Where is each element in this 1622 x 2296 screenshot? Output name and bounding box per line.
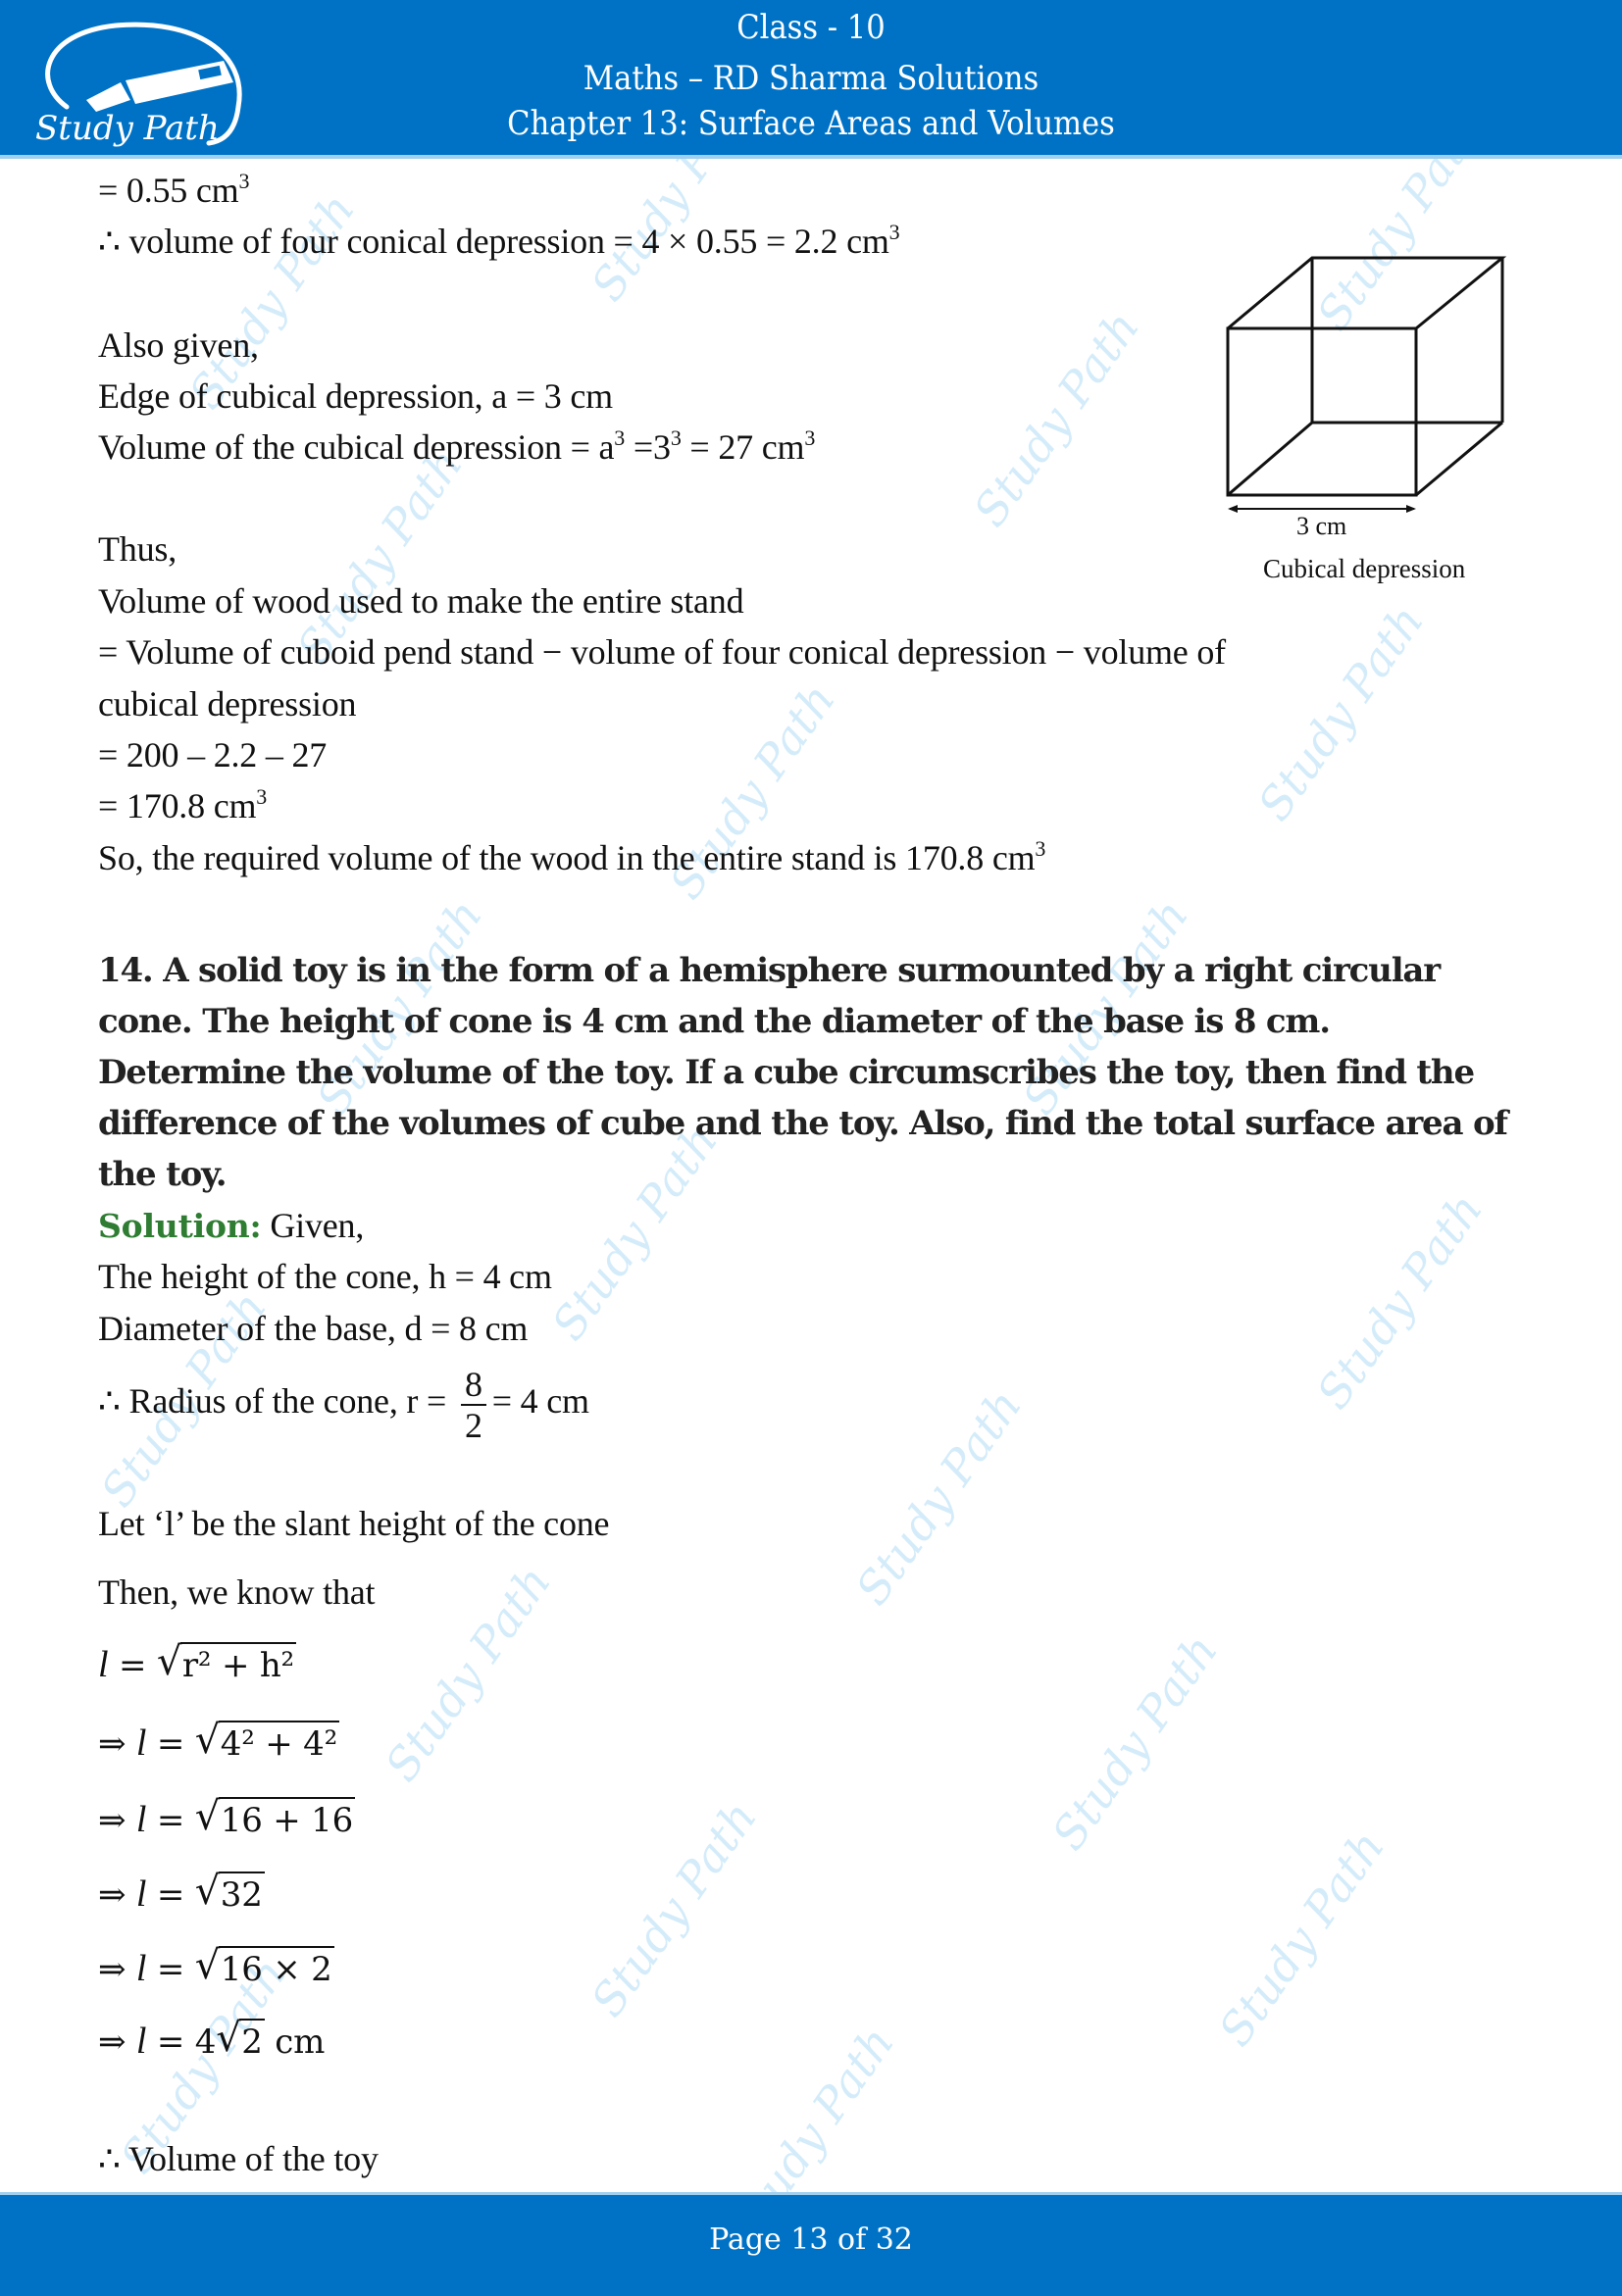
watermark: Study Path	[581, 1791, 768, 2026]
watermark: Study Path	[1306, 1183, 1494, 1419]
text-line: cubical depression	[98, 684, 357, 724]
text-line: = 170.8 cm3	[98, 784, 268, 826]
text-line: = 200 – 2.2 – 27	[98, 735, 328, 774]
watermark: Study Path	[375, 1556, 562, 1791]
watermark: Study Path	[963, 301, 1150, 536]
class-title: Class - 10	[736, 8, 886, 47]
formula-line: ⇒ l = 32	[98, 1870, 265, 1917]
watermark: Study Path	[845, 1379, 1033, 1615]
chapter-title: Chapter 13: Surface Areas and Volumes	[507, 104, 1115, 143]
cubical-depression-figure	[1226, 256, 1507, 513]
text-line: = 0.55 cm3	[98, 169, 250, 211]
text-line: Let ‘l’ be the slant height of the cone	[98, 1504, 610, 1543]
square-root: 32	[195, 1870, 265, 1917]
question-14: 14. A solid toy is in the form of a hemi…	[98, 951, 1508, 1194]
square-root: 16 + 16	[195, 1795, 356, 1842]
formula-line: l = r² + h²	[98, 1640, 296, 1687]
solution-heading: Solution: Given,	[98, 1206, 365, 1245]
text-line: ∴ volume of four conical depression = 4 …	[98, 220, 900, 262]
square-root: 4² + 4²	[195, 1719, 340, 1766]
figure-caption: Cubical depression	[1263, 554, 1466, 583]
text-line: Also given,	[98, 325, 259, 365]
text-line: Volume of wood used to make the entire s…	[98, 581, 744, 621]
page-header: Study Path Class - 10 Maths – RD Sharma …	[0, 0, 1622, 159]
page-number: Page 13 of 32	[709, 2222, 913, 2257]
page-footer: Page 13 of 32	[0, 2192, 1622, 2296]
fraction: 82	[460, 1365, 486, 1445]
radius-line: ∴ Radius of the cone, r = 8 2 = 4 cm	[98, 1364, 589, 1445]
cube-drawing	[1226, 256, 1507, 497]
watermark: Study Path	[1247, 595, 1435, 830]
given-line: Diameter of the base, d = 8 cm	[98, 1309, 529, 1348]
text-line: Edge of cubical depression, a = 3 cm	[98, 376, 613, 416]
given-line: The height of the cone, h = 4 cm	[98, 1257, 552, 1296]
text-line: Volume of the cubical depression = a3 =3…	[98, 425, 816, 468]
text-line: Thus,	[98, 529, 177, 569]
subject-title: Maths – RD Sharma Solutions	[583, 59, 1039, 98]
text-line: Then, we know that	[98, 1572, 376, 1612]
formula-line: ⇒ l = 42 cm	[98, 2017, 325, 2064]
square-root: r² + h²	[157, 1640, 296, 1687]
square-root: 16 × 2	[195, 1944, 334, 1991]
watermark: Study Path	[1208, 1821, 1395, 2056]
formula-line: ⇒ l = 4² + 4²	[98, 1719, 340, 1766]
answer-line: So, the required volume of the wood in t…	[98, 836, 1046, 878]
figure-dimension-label: 3 cm	[1296, 512, 1347, 540]
watermark: Study Path	[1041, 1624, 1229, 1860]
text-line: ∴ Volume of the toy	[98, 2139, 379, 2178]
solution-label: Solution:	[98, 1207, 262, 1245]
text-line: = Volume of cuboid pend stand − volume o…	[98, 632, 1226, 672]
square-root: 2	[216, 2017, 265, 2064]
formula-line: ⇒ l = 16 + 16	[98, 1795, 356, 1842]
formula-line: ⇒ l = 16 × 2	[98, 1944, 334, 1991]
